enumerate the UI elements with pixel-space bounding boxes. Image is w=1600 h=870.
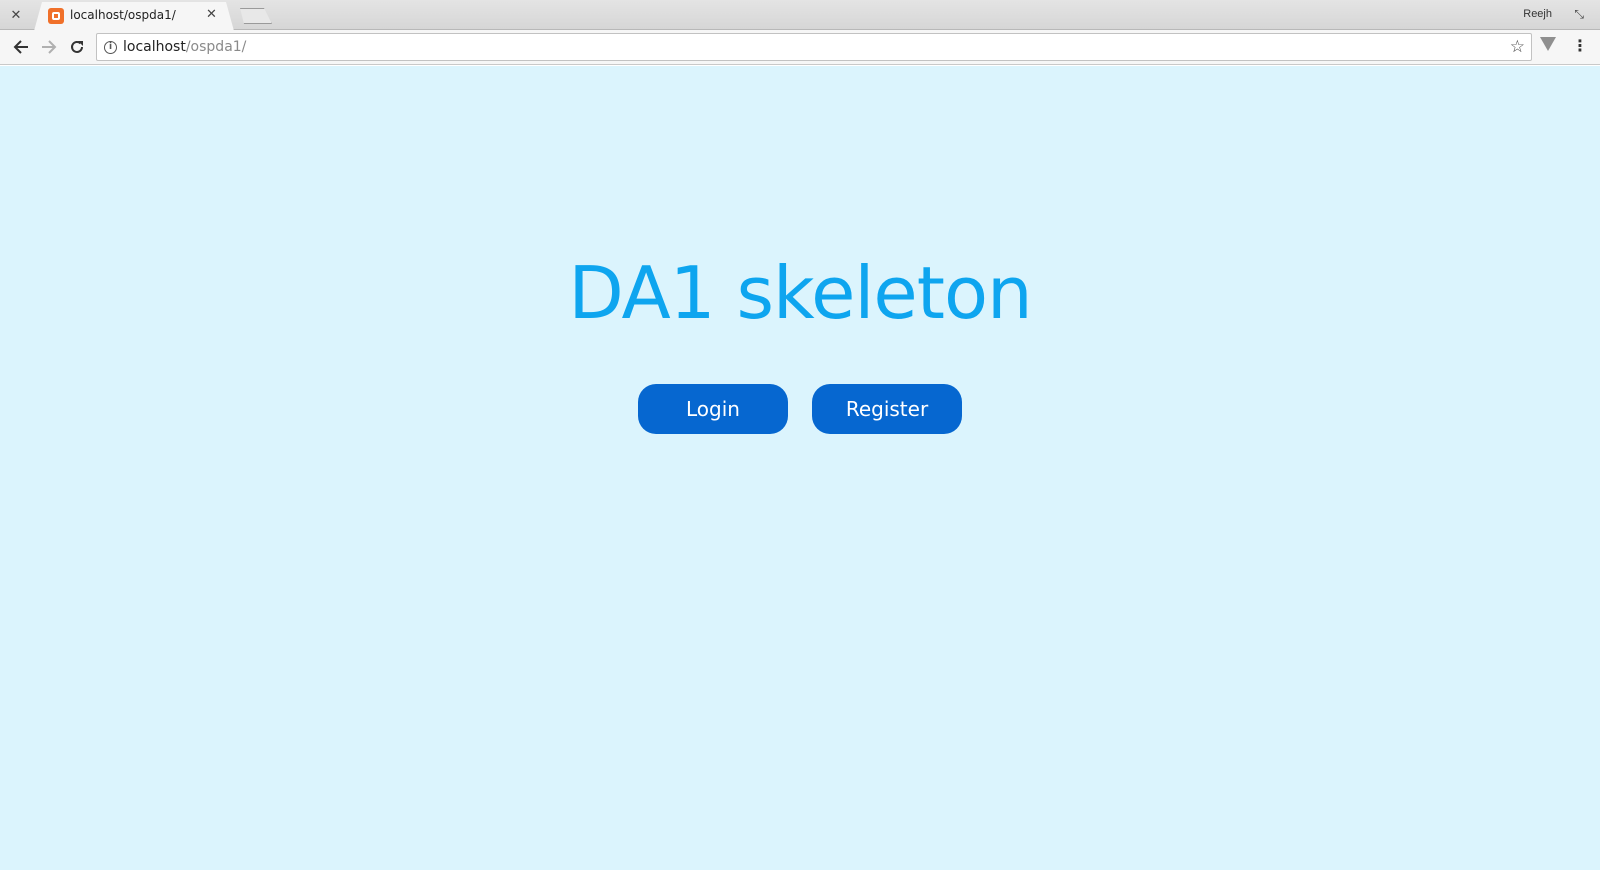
reload-icon[interactable]	[65, 35, 89, 59]
profile-name[interactable]: Reejh	[1523, 8, 1552, 20]
close-icon[interactable]: ✕	[4, 5, 28, 25]
page-title: DA1 skeleton	[568, 251, 1032, 335]
forward-arrow-icon[interactable]	[37, 35, 61, 59]
browser-toolbar: i localhost/ospda1/ ☆ ⋮	[0, 30, 1600, 65]
extension-icon[interactable]	[1540, 37, 1556, 51]
back-arrow-icon[interactable]	[9, 35, 33, 59]
url-host: localhost	[123, 39, 186, 55]
register-button[interactable]: Register	[812, 384, 962, 434]
login-button[interactable]: Login	[638, 384, 788, 434]
xampp-favicon-icon	[48, 8, 64, 24]
url-text[interactable]: localhost/ospda1/	[123, 39, 246, 55]
tab-close-icon[interactable]: ✕	[206, 7, 217, 22]
bookmark-star-icon[interactable]: ☆	[1510, 37, 1525, 57]
new-tab-button[interactable]	[240, 8, 272, 24]
tab-active[interactable]: localhost/ospda1/ ✕	[34, 2, 234, 31]
restore-window-icon[interactable]: ⤡	[1574, 7, 1584, 22]
address-bar[interactable]: i localhost/ospda1/ ☆	[96, 33, 1532, 61]
info-icon[interactable]: i	[104, 41, 117, 54]
page-content: DA1 skeleton Login Register	[0, 66, 1600, 870]
url-path: /ospda1/	[185, 39, 247, 55]
menu-dots-icon[interactable]: ⋮	[1572, 36, 1588, 56]
tab-strip: ✕ localhost/ospda1/ ✕ Reejh ⤡	[0, 0, 1600, 31]
tab-title: localhost/ospda1/	[70, 8, 176, 22]
